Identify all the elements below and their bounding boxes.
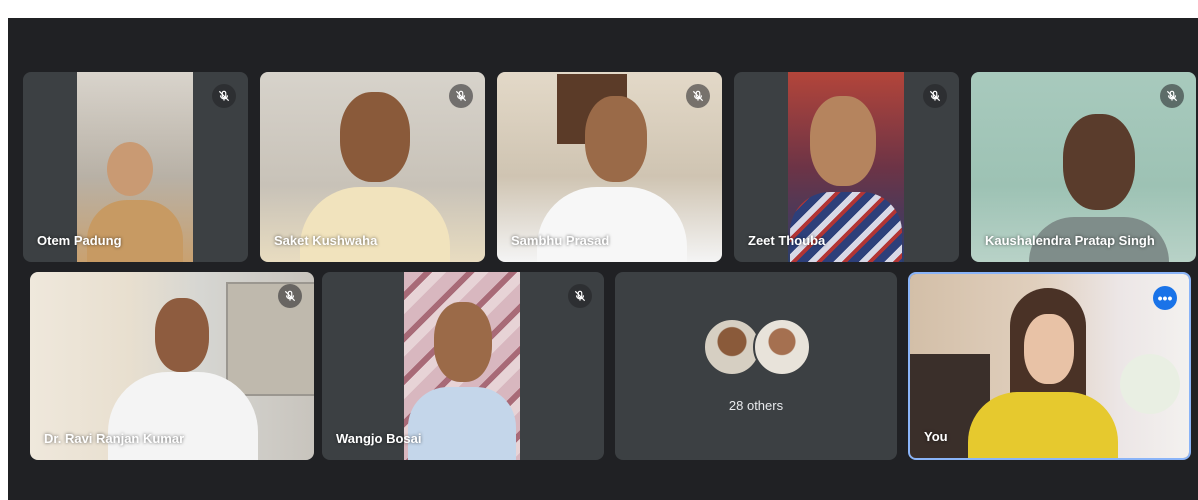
participant-figure: [968, 392, 1118, 458]
participant-figure: [87, 200, 183, 262]
participant-name: Sambhu Prasad: [511, 233, 610, 248]
participant-figure: [155, 298, 209, 372]
participant-figure: [585, 96, 647, 182]
mic-off-icon: [278, 284, 302, 308]
participant-tile[interactable]: Saket Kushwaha: [260, 72, 485, 262]
participant-figure: [108, 372, 258, 460]
participant-name: Dr. Ravi Ranjan Kumar: [44, 431, 185, 446]
participant-figure: [1063, 114, 1135, 210]
self-tile[interactable]: ••• You: [908, 272, 1191, 460]
mic-off-icon: [568, 284, 592, 308]
participant-tile[interactable]: Zeet Thouba: [734, 72, 959, 262]
others-tile[interactable]: 28 others: [615, 272, 897, 460]
participant-tile[interactable]: Sambhu Prasad: [497, 72, 722, 262]
participant-figure: [434, 302, 492, 382]
participant-name: Zeet Thouba: [748, 233, 826, 248]
participant-tile[interactable]: Otem Padung: [23, 72, 248, 262]
participant-name: Kaushalendra Pratap Singh: [985, 233, 1155, 248]
participant-figure: [300, 187, 450, 262]
more-horiz-icon[interactable]: •••: [1153, 286, 1177, 310]
participant-figure: [810, 96, 876, 186]
participant-tile[interactable]: Kaushalendra Pratap Singh: [971, 72, 1196, 262]
self-video: [910, 274, 1189, 458]
participant-figure: [1120, 354, 1180, 414]
participant-tile[interactable]: Wangjo Bosai: [322, 272, 604, 460]
participant-name: Saket Kushwaha: [274, 233, 378, 248]
mic-off-icon: [686, 84, 710, 108]
participant-figure: [537, 187, 687, 262]
others-avatars: [703, 318, 813, 376]
avatar: [753, 318, 811, 376]
participant-figure: [790, 192, 902, 262]
meeting-grid: Otem Padung Saket Kushwaha Sambhu Prasad…: [8, 18, 1198, 500]
mic-off-icon: [212, 84, 236, 108]
participant-figure: [408, 387, 516, 460]
self-name: You: [924, 429, 948, 444]
participant-name: Otem Padung: [37, 233, 122, 248]
mic-off-icon: [449, 84, 473, 108]
participant-figure: [1024, 314, 1074, 384]
others-count: 28 others: [728, 398, 784, 413]
participant-tile[interactable]: Dr. Ravi Ranjan Kumar: [30, 272, 314, 460]
participant-figure: [107, 142, 153, 196]
participant-name: Wangjo Bosai: [336, 431, 422, 446]
mic-off-icon: [1160, 84, 1184, 108]
mic-off-icon: [923, 84, 947, 108]
participant-figure: [340, 92, 410, 182]
